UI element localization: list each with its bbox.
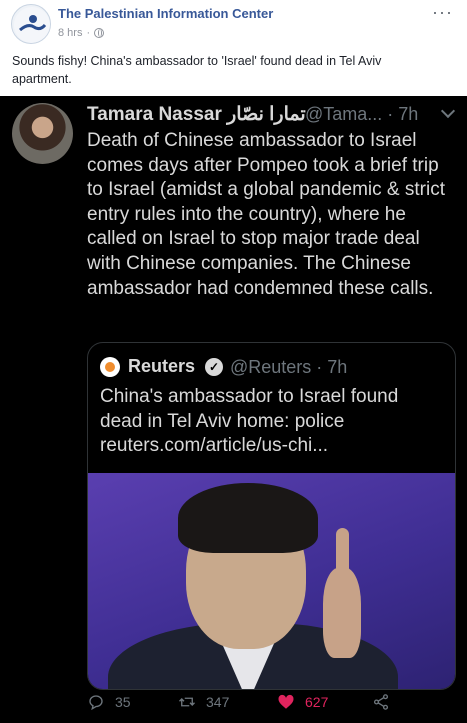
tweet-embed[interactable]: Tamara Nassar تمارا نصّار @Tama... · 7h …: [0, 96, 467, 723]
quoted-tweet-text: China's ambassador to Israel found dead …: [100, 386, 399, 457]
post-timestamp[interactable]: 8 hrs ·: [58, 27, 105, 39]
share-button[interactable]: [372, 693, 390, 711]
post-caption: Sounds fishy! China's ambassador to 'Isr…: [12, 54, 382, 86]
heart-icon: [278, 694, 294, 709]
post-time[interactable]: 8 hrs: [58, 27, 82, 39]
retweet-icon: [179, 697, 195, 707]
reply-icon: [89, 695, 103, 711]
tweet-text: Death of Chinese ambassador to Israel co…: [87, 130, 445, 299]
verified-badge-icon: ✓: [205, 358, 223, 376]
share-icon: [373, 694, 389, 710]
chevron-down-icon[interactable]: [440, 103, 456, 119]
photo-hair: [178, 483, 318, 553]
page-avatar[interactable]: [11, 4, 51, 44]
page-name-link[interactable]: The Palestinian Information Center: [58, 6, 273, 21]
photo-hand: [323, 568, 361, 658]
quoted-tweet-card[interactable]: Reuters ✓ @Reuters · 7h China's ambassad…: [87, 342, 456, 690]
retweet-button[interactable]: 347: [178, 693, 229, 711]
reuters-logo-icon: [100, 357, 120, 377]
photo-finger: [336, 528, 349, 578]
time-separator: ·: [86, 27, 91, 39]
facebook-post-header: The Palestinian Information Center 8 hrs…: [0, 0, 467, 96]
reply-button[interactable]: 35: [87, 693, 131, 711]
retweet-count: 347: [206, 694, 230, 710]
tweet-author-name[interactable]: Tamara Nassar تمارا نصّار: [87, 103, 306, 126]
tweet-author-avatar[interactable]: [12, 103, 73, 164]
tweet-handle-time[interactable]: @Tama... · 7h: [305, 104, 418, 125]
reply-count: 35: [115, 694, 131, 710]
quoted-tweet-photo[interactable]: [88, 473, 455, 689]
like-count: 627: [305, 694, 329, 710]
quoted-author-name[interactable]: Reuters: [128, 356, 195, 377]
tweet-actions: 35 347 627: [87, 693, 457, 715]
page-logo-icon: [14, 7, 50, 43]
globe-icon: [94, 28, 105, 38]
more-options-button[interactable]: ···: [432, 2, 453, 23]
quoted-handle-time[interactable]: @Reuters · 7h: [230, 357, 347, 378]
like-button[interactable]: 627: [277, 693, 328, 711]
